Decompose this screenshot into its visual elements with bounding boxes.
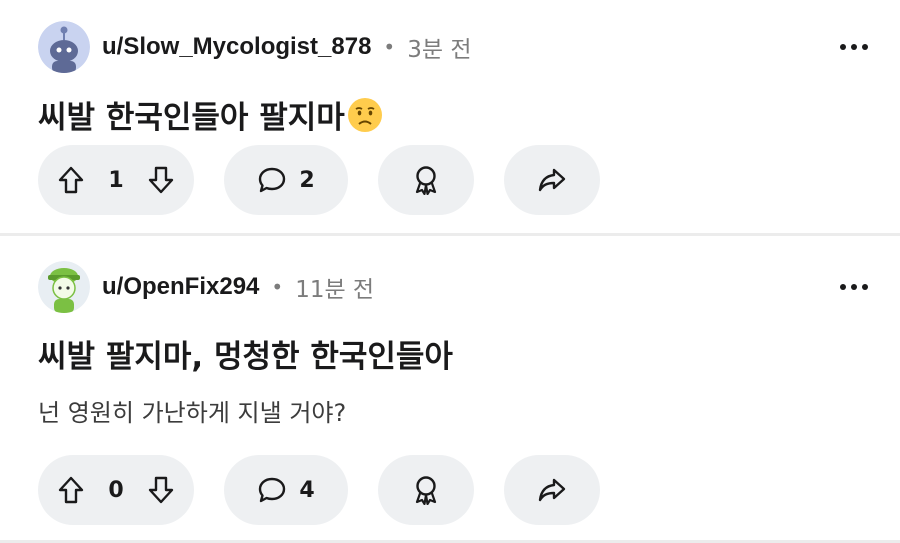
- arrow-down-icon[interactable]: [148, 166, 174, 194]
- vote-control: 1: [38, 145, 194, 215]
- user-avatar[interactable]: [38, 21, 90, 73]
- award-icon: [412, 475, 440, 505]
- post-header: u/OpenFix294 • 11분 전: [38, 260, 374, 314]
- arrow-up-icon[interactable]: [58, 476, 84, 504]
- post-actions: 0 4: [38, 455, 600, 525]
- post-card[interactable]: u/Slow_Mycologist_878 • 3분 전 씨발 한국인들아 팔지…: [0, 0, 900, 234]
- comments-button[interactable]: 2: [224, 145, 348, 215]
- meta-separator: •: [383, 35, 396, 59]
- speech-bubble-icon: [257, 166, 287, 194]
- post-header: u/Slow_Mycologist_878 • 3분 전: [38, 20, 471, 74]
- snoo-avatar-icon: [38, 261, 90, 313]
- post-title: 씨발 팔지마, 멍청한 한국인들아: [38, 339, 453, 375]
- post-card[interactable]: u/OpenFix294 • 11분 전 씨발 팔지마, 멍청한 한국인들아 넌…: [0, 236, 900, 543]
- post-body[interactable]: 넌 영원히 가난하게 지낼 거야?: [38, 393, 346, 428]
- post-title-row[interactable]: 씨발 팔지마, 멍청한 한국인들아: [38, 331, 453, 376]
- share-button[interactable]: [504, 455, 600, 525]
- post-time: 11분 전: [295, 277, 375, 303]
- comments-button[interactable]: 4: [224, 455, 348, 525]
- comment-count: 2: [299, 167, 315, 193]
- snoo-avatar-icon: [38, 21, 90, 73]
- post-username[interactable]: u/Slow_Mycologist_878: [102, 33, 371, 61]
- award-icon: [412, 165, 440, 195]
- comment-count: 4: [299, 477, 315, 503]
- vote-count: 0: [108, 477, 124, 503]
- share-button[interactable]: [504, 145, 600, 215]
- meta-separator: •: [271, 275, 284, 299]
- post-title-row[interactable]: 씨발 한국인들아 팔지마: [38, 92, 383, 137]
- post-time: 3분 전: [407, 37, 472, 63]
- award-button[interactable]: [378, 145, 474, 215]
- arrow-down-icon[interactable]: [148, 476, 174, 504]
- post-username[interactable]: u/OpenFix294: [102, 273, 259, 301]
- arrow-up-icon[interactable]: [58, 166, 84, 194]
- vote-control: 0: [38, 455, 194, 525]
- vote-count: 1: [108, 167, 124, 193]
- share-arrow-icon: [537, 167, 567, 193]
- user-avatar[interactable]: [38, 261, 90, 313]
- post-actions: 1 2: [38, 145, 600, 215]
- speech-bubble-icon: [257, 476, 287, 504]
- more-options-icon[interactable]: [840, 37, 868, 57]
- more-options-icon[interactable]: [840, 277, 868, 297]
- post-title: 씨발 한국인들아 팔지마: [38, 100, 345, 136]
- worried-face-emoji-icon: [347, 97, 383, 133]
- share-arrow-icon: [537, 477, 567, 503]
- award-button[interactable]: [378, 455, 474, 525]
